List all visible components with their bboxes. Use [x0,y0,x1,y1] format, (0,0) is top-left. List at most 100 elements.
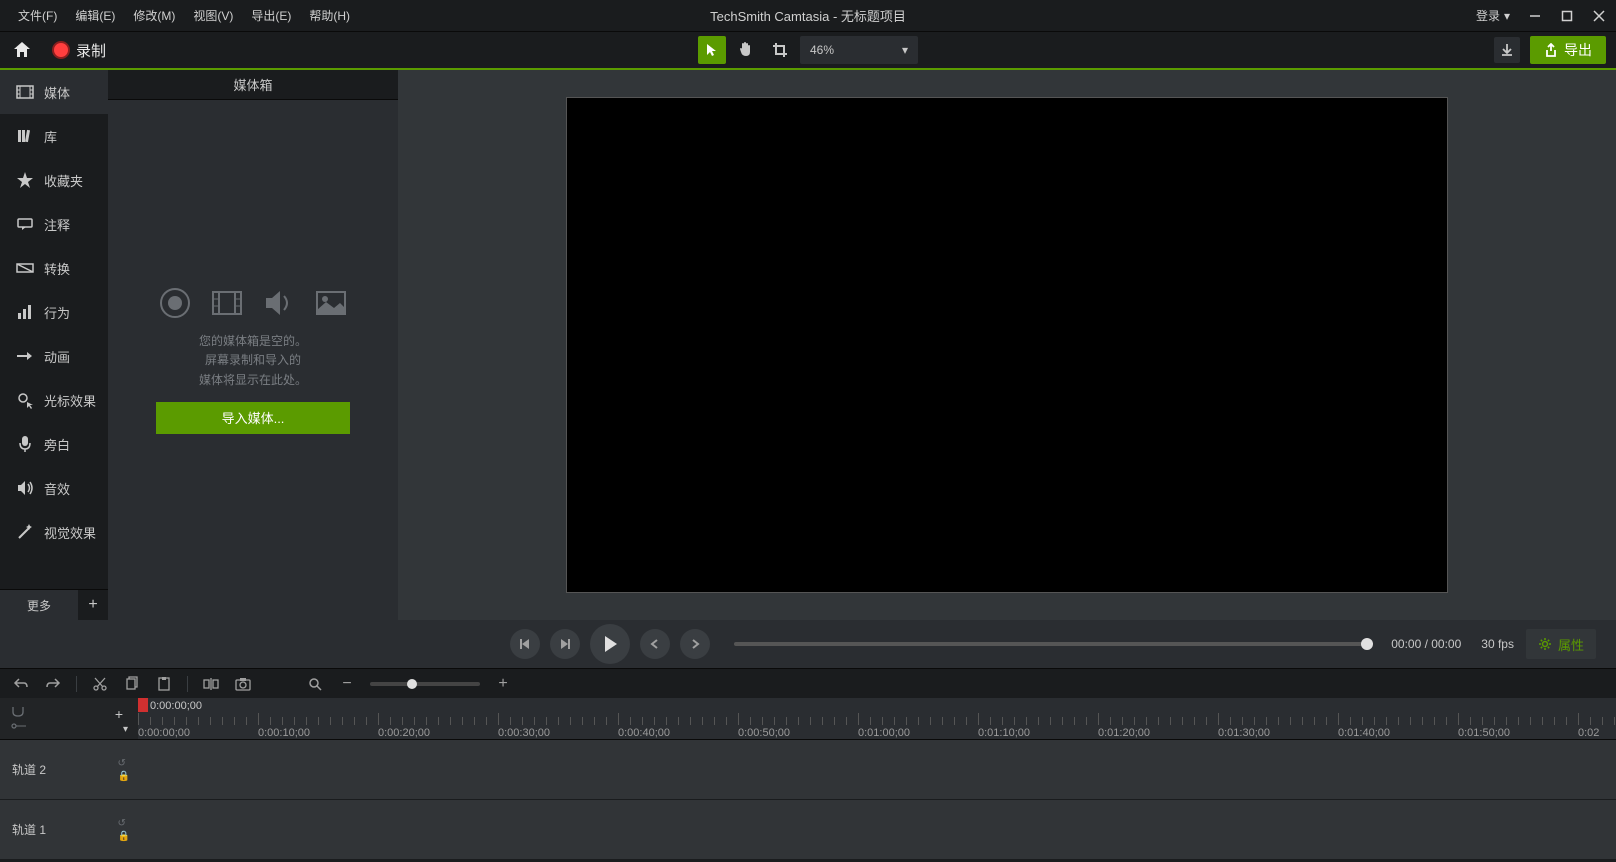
select-tool[interactable] [698,36,726,64]
download-button[interactable] [1494,37,1520,63]
play-button[interactable] [590,624,630,664]
media-empty-text: 您的媒体箱是空的。 屏幕录制和导入的 媒体将显示在此处。 [199,332,307,390]
fps-display: 30 fps [1481,637,1514,651]
record-circle-icon [158,286,192,320]
sidebar-item-annotations[interactable]: 注释 [0,202,108,246]
cut-button[interactable] [91,675,109,693]
track-toggle-icon[interactable]: ↺ [118,818,130,829]
media-bin-header: 媒体箱 [108,70,398,100]
sidebar-item-cursor-effects[interactable]: 光标效果 [0,378,108,422]
prev-marker-button[interactable] [640,629,670,659]
film-icon [210,286,244,320]
playhead-marker[interactable] [138,698,148,712]
timeline-toolbar: − + [0,668,1616,698]
timeline-content[interactable]: 0:00:00;00 0:00:00;00 0:00:10;00 0:00:20;0… [138,698,1616,860]
track-row-2[interactable] [138,740,1616,800]
menu-edit[interactable]: 编辑(E) [67,3,123,28]
export-button[interactable]: 导出 [1530,36,1606,64]
ruler-label: 0:01:50;00 [1458,727,1510,739]
redo-button[interactable] [44,675,62,693]
copy-button[interactable] [123,675,141,693]
zoom-search-icon [306,675,324,693]
transition-icon [16,259,34,277]
sidebar-item-visual-effects[interactable]: 视觉效果 [0,510,108,554]
track-header-1[interactable]: 轨道 1 ↺ 🔒 [0,800,138,860]
preview-canvas[interactable] [566,97,1448,593]
media-empty-icons [158,286,348,320]
wand-icon [16,523,34,541]
sidebar-item-animations[interactable]: 动画 [0,334,108,378]
zoom-in-button[interactable]: + [494,675,512,693]
pan-tool[interactable] [732,36,760,64]
annotation-icon [16,215,34,233]
properties-button[interactable]: 属性 [1526,629,1596,659]
timeline-zoom-slider[interactable] [370,682,480,686]
zoom-out-button[interactable]: − [338,675,356,693]
maximize-button[interactable] [1560,9,1574,23]
sidebar-item-favorites[interactable]: 收藏夹 [0,158,108,202]
snapshot-button[interactable] [234,675,252,693]
ruler-label: 0:01:10;00 [978,727,1030,739]
canvas-area [398,70,1616,620]
sidebar-add-button[interactable]: + [78,590,108,620]
ruler-label: 0:00:20;00 [378,727,430,739]
close-button[interactable] [1592,9,1606,23]
cursor-icon [16,391,34,409]
chevron-down-icon: ▾ [1504,9,1510,23]
share-icon [1544,43,1558,57]
main-area: 媒体 库 收藏夹 注释 转换 行为 动画 光标效果 [0,70,1616,620]
ruler-label: 0:01:20;00 [1098,727,1150,739]
menu-view[interactable]: 视图(V) [185,3,241,28]
zoom-slider-handle[interactable] [407,679,417,689]
ruler-label: 0:00:00;00 [138,727,190,739]
add-track-button[interactable]: + [110,705,128,723]
sidebar-item-narration[interactable]: 旁白 [0,422,108,466]
home-button[interactable] [10,38,34,62]
zoom-dropdown[interactable]: 46% ▾ [800,36,918,64]
window-title: TechSmith Camtasia - 无标题项目 [710,6,906,25]
menu-help[interactable]: 帮助(H) [301,3,358,28]
ruler-label: 0:01:30;00 [1218,727,1270,739]
track-row-1[interactable] [138,800,1616,860]
ruler-label: 0:00:10;00 [258,727,310,739]
sidebar-item-behaviors[interactable]: 行为 [0,290,108,334]
playhead-time: 0:00:00;00 [150,700,202,712]
track-lock-icon[interactable]: 🔒 [118,771,130,782]
login-button[interactable]: 登录 ▾ [1476,7,1510,24]
playback-scrubber[interactable] [734,642,1367,646]
sidebar-item-media[interactable]: 媒体 [0,70,108,114]
sidebar-item-audio-effects[interactable]: 音效 [0,466,108,510]
menu-modify[interactable]: 修改(M) [125,3,183,28]
media-bin-panel: 媒体箱 您的媒体箱是空的。 屏幕录制和导入的 媒体将显示在此处。 导入媒体... [108,70,398,620]
split-button[interactable] [202,675,220,693]
collapse-tracks-button[interactable]: ▾ [123,724,128,735]
behavior-icon [16,303,34,321]
mic-icon [16,435,34,453]
minimize-button[interactable] [1528,9,1542,23]
record-icon [52,41,70,59]
sidebar-item-library[interactable]: 库 [0,114,108,158]
sidebar-more-button[interactable]: 更多 [0,590,78,620]
import-media-button[interactable]: 导入媒体... [156,402,350,434]
track-toggle-icon[interactable]: ↺ [118,758,130,769]
media-icon [16,83,34,101]
gear-icon [1538,637,1552,651]
ruler-label: 0:02 [1578,727,1599,739]
prev-frame-button[interactable] [510,629,540,659]
ruler-label: 0:01:00;00 [858,727,910,739]
sidebar-item-transitions[interactable]: 转换 [0,246,108,290]
track-lock-icon[interactable]: 🔒 [118,831,130,842]
menu-file[interactable]: 文件(F) [10,3,65,28]
undo-button[interactable] [12,675,30,693]
timeline-ruler[interactable]: 0:00:00;00 0:00:00;00 0:00:10;00 0:00:20;0… [138,698,1616,740]
next-marker-button[interactable] [680,629,710,659]
next-frame-button[interactable] [550,629,580,659]
titlebar: 文件(F) 编辑(E) 修改(M) 视图(V) 导出(E) 帮助(H) Tech… [0,0,1616,32]
track-headers: + ▾ 轨道 2 ↺ 🔒 轨道 1 ↺ 🔒 [0,698,138,860]
track-header-2[interactable]: 轨道 2 ↺ 🔒 [0,740,138,800]
menu-export[interactable]: 导出(E) [243,3,299,28]
paste-button[interactable] [155,675,173,693]
scrubber-handle[interactable] [1361,638,1373,650]
crop-tool[interactable] [766,36,794,64]
record-button[interactable]: 录制 [52,40,106,61]
